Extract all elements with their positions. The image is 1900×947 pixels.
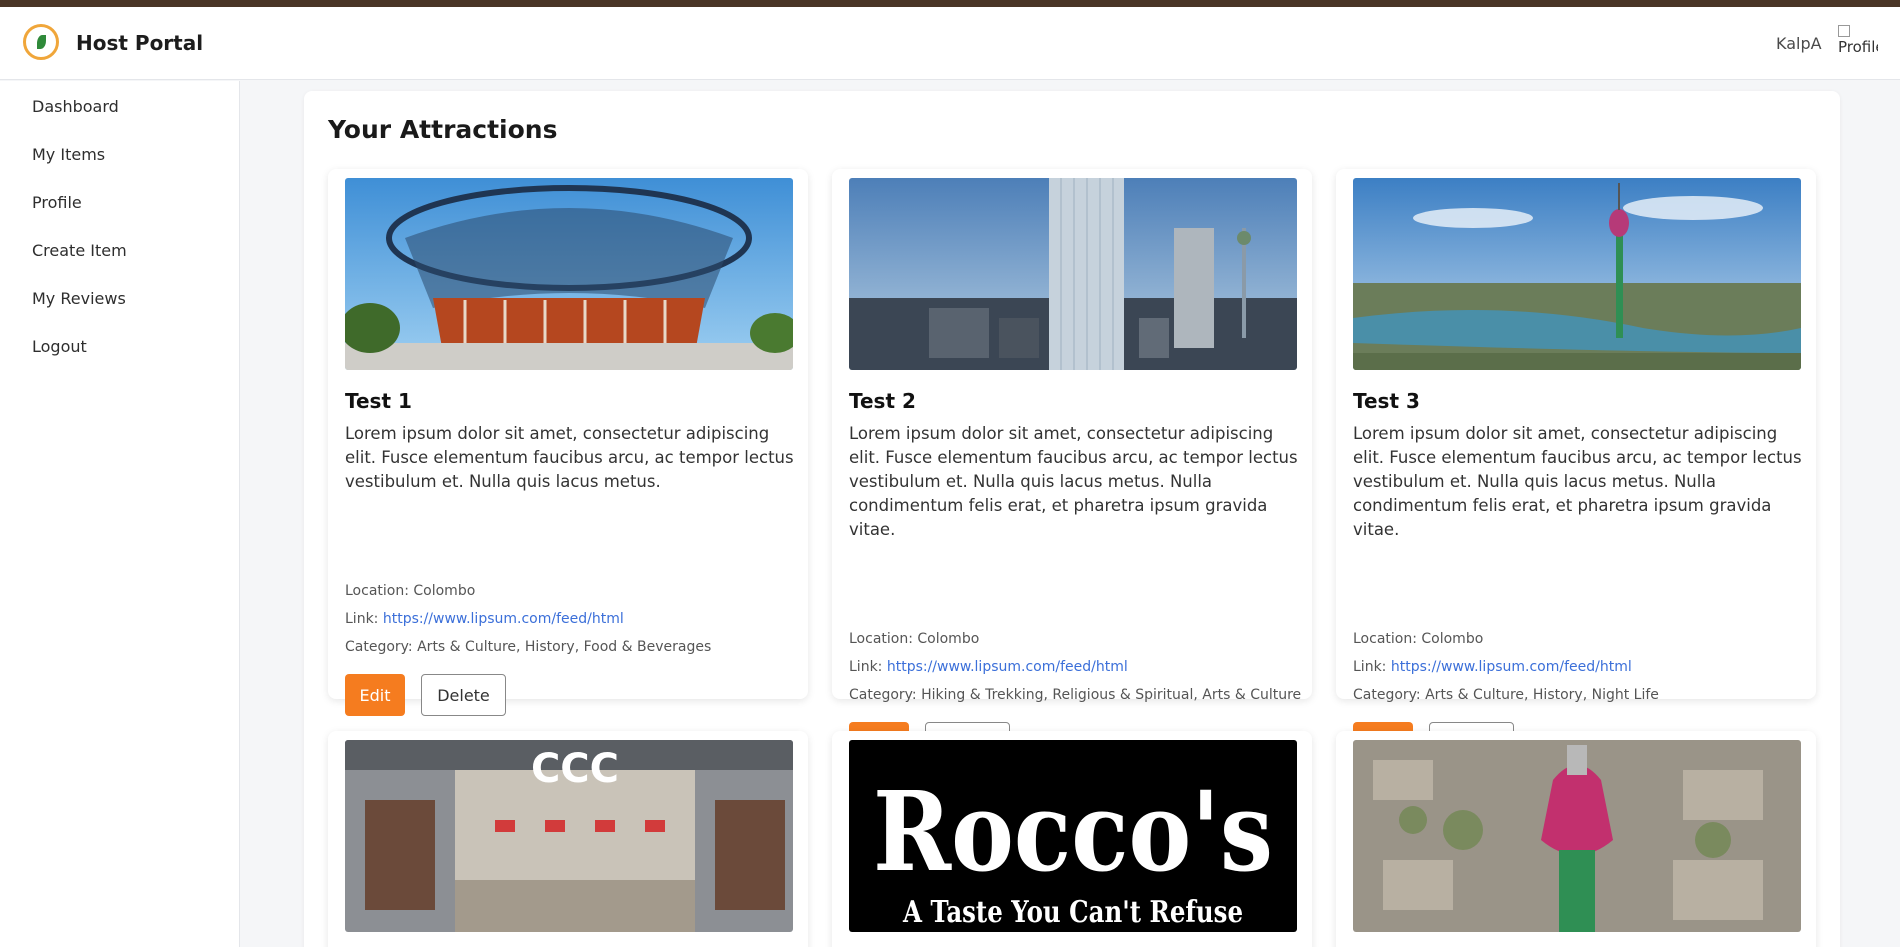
sidebar-item-profile[interactable]: Profile <box>32 193 82 212</box>
location-label: Location: <box>345 583 409 599</box>
top-accent-stripe <box>0 0 1900 7</box>
card-description: Lorem ipsum dolor sit amet, consectetur … <box>1353 424 1802 539</box>
card-link[interactable]: https://www.lipsum.com/feed/html <box>1391 659 1632 675</box>
lotus-tower-lake-image <box>1353 178 1801 370</box>
user-name: KalpA <box>1776 34 1822 53</box>
delete-button[interactable]: Delete <box>421 674 506 716</box>
sidebar-item-dashboard[interactable]: Dashboard <box>32 97 119 116</box>
attraction-card: Test 2 Lorem ipsum dolor sit amet, conse… <box>832 169 1312 764</box>
category-value: Arts & Culture, History, Night Life <box>1425 687 1659 703</box>
location-label: Location: <box>1353 631 1417 647</box>
avatar-alt-text: Profile <box>1838 38 1878 56</box>
edit-button[interactable]: Edit <box>345 674 405 716</box>
roccos-tagline-text: A Taste You Can't Refuse <box>902 895 1243 930</box>
card-title: Test 1 <box>345 389 412 413</box>
card-description: Lorem ipsum dolor sit amet, consectetur … <box>849 424 1298 539</box>
card-location: Location: Colombo <box>849 631 979 647</box>
leaf-logo-icon[interactable] <box>23 24 59 60</box>
ccc-store-front-image: CCC <box>345 740 793 932</box>
link-label: Link: <box>1353 659 1387 675</box>
card-location: Location: Colombo <box>345 583 475 599</box>
roccos-logo-text: Rocco's <box>873 767 1273 896</box>
card-link-row: Link: https://www.lipsum.com/feed/html <box>345 611 624 627</box>
card-category: Category: Hiking & Trekking, Religious &… <box>849 687 1301 703</box>
link-label: Link: <box>849 659 883 675</box>
card-category: Category: Arts & Culture, History, Food … <box>345 639 711 655</box>
sidebar-item-my-items[interactable]: My Items <box>32 145 105 164</box>
card-link[interactable]: https://www.lipsum.com/feed/html <box>887 659 1128 675</box>
app-header: Host Portal KalpA Profile <box>0 7 1900 80</box>
category-label: Category: <box>1353 687 1421 703</box>
card-location: Location: Colombo <box>1353 631 1483 647</box>
card-link[interactable]: https://www.lipsum.com/feed/html <box>383 611 624 627</box>
location-value: Colombo <box>917 631 980 647</box>
card-category: Category: Arts & Culture, History, Night… <box>1353 687 1659 703</box>
category-label: Category: <box>345 639 413 655</box>
attraction-card <box>1336 731 1816 947</box>
sidebar-item-my-reviews[interactable]: My Reviews <box>32 289 126 308</box>
category-value: Hiking & Trekking, Religious & Spiritual… <box>921 687 1302 703</box>
link-label: Link: <box>345 611 379 627</box>
location-label: Location: <box>849 631 913 647</box>
category-label: Category: <box>849 687 917 703</box>
broken-image-icon <box>1838 25 1850 37</box>
sidebar: Dashboard My Items Profile Create Item M… <box>0 81 240 947</box>
location-value: Colombo <box>413 583 476 599</box>
card-link-row: Link: https://www.lipsum.com/feed/html <box>849 659 1128 675</box>
location-value: Colombo <box>1421 631 1484 647</box>
card-title: Test 2 <box>849 389 916 413</box>
card-title: Test 3 <box>1353 389 1420 413</box>
sidebar-item-logout[interactable]: Logout <box>32 337 87 356</box>
roccos-logo-image: Rocco's A Taste You Can't Refuse <box>849 740 1297 932</box>
card-description: Lorem ipsum dolor sit amet, consectetur … <box>345 424 794 491</box>
card-link-row: Link: https://www.lipsum.com/feed/html <box>1353 659 1632 675</box>
sidebar-item-create-item[interactable]: Create Item <box>32 241 127 260</box>
attraction-card: Test 1 Lorem ipsum dolor sit amet, conse… <box>328 169 808 716</box>
category-value: Arts & Culture, History, Food & Beverage… <box>417 639 712 655</box>
lotus-tower-aerial-image <box>1353 740 1801 932</box>
brand-title[interactable]: Host Portal <box>76 31 203 55</box>
attraction-card: CCC <box>328 731 808 947</box>
avatar[interactable]: Profile <box>1838 25 1878 65</box>
modern-theatre-building-image <box>345 178 793 370</box>
city-skyline-image <box>849 178 1297 370</box>
attraction-card: Rocco's A Taste You Can't Refuse <box>832 731 1312 947</box>
page-title: Your Attractions <box>328 115 558 144</box>
attractions-panel: Your Attractions Test 1 Lorem ipsum dolo… <box>304 91 1840 947</box>
ccc-logo-text: CCC <box>531 746 619 792</box>
attraction-card: Test 3 Lorem ipsum dolor sit amet, conse… <box>1336 169 1816 764</box>
